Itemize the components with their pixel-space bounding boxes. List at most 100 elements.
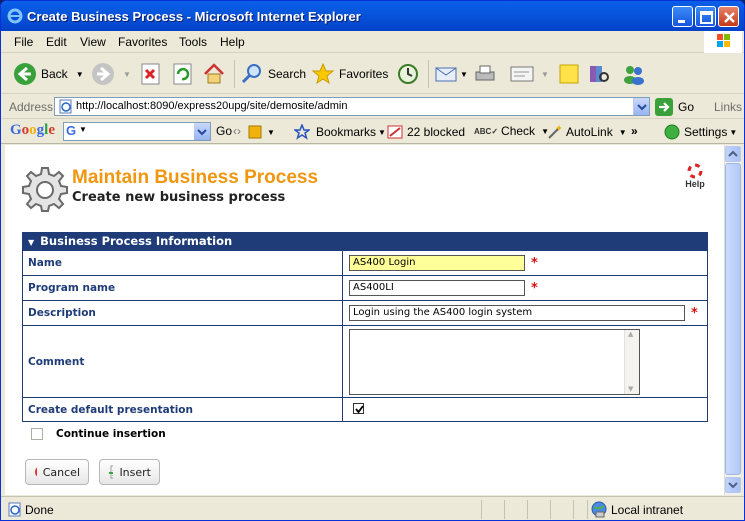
create-presentation-checkbox[interactable] bbox=[353, 402, 364, 414]
back-button[interactable]: Back ▼ bbox=[13, 60, 84, 88]
refresh-button[interactable] bbox=[172, 60, 194, 88]
mail-button[interactable]: ▼ bbox=[434, 60, 468, 88]
discuss-button[interactable] bbox=[557, 60, 581, 88]
refresh-icon bbox=[173, 63, 192, 85]
google-toolbar: Google G ▼ Go ‹› ▼ Bookmarks ▼ 22 blocke… bbox=[1, 120, 744, 144]
menu-view[interactable]: View bbox=[80, 35, 106, 49]
google-g-icon: G bbox=[66, 123, 77, 138]
comment-textarea[interactable]: ▲ ▼ bbox=[349, 328, 640, 395]
stop-icon bbox=[141, 63, 160, 85]
address-input[interactable]: http://localhost:8090/express20upg/site/… bbox=[54, 97, 650, 116]
print-button[interactable] bbox=[473, 60, 497, 88]
page-scrollbar[interactable] bbox=[724, 145, 741, 495]
program-name-cell: AS400LI * bbox=[342, 275, 708, 301]
cancel-button[interactable]: Cancel bbox=[25, 459, 89, 485]
gear-icon bbox=[22, 167, 68, 212]
page-subtitle: Create new business process bbox=[72, 190, 286, 205]
google-g-dropdown-icon[interactable]: ▼ bbox=[79, 125, 87, 134]
research-button[interactable] bbox=[587, 60, 611, 88]
puzzle-icon bbox=[248, 125, 262, 139]
bookmark-star-icon bbox=[294, 124, 310, 140]
minimize-button[interactable] bbox=[672, 6, 693, 27]
scroll-down-button[interactable] bbox=[725, 477, 741, 493]
popup-blocker-button[interactable]: 22 blocked bbox=[387, 124, 465, 140]
address-bar: Address http://localhost:8090/express20u… bbox=[1, 95, 744, 119]
status-divider bbox=[504, 500, 505, 519]
collapse-triangle-icon: ▼ bbox=[28, 238, 35, 247]
chevron-down-icon bbox=[728, 482, 738, 489]
required-marker: * bbox=[531, 280, 538, 296]
address-dropdown-button[interactable] bbox=[633, 98, 649, 115]
research-icon bbox=[590, 66, 609, 82]
go-button[interactable]: Go bbox=[655, 98, 694, 116]
address-label: Address bbox=[9, 100, 54, 114]
help-label: Help bbox=[685, 179, 705, 189]
status-divider bbox=[587, 500, 588, 519]
forward-dropdown-icon: ▼ bbox=[123, 69, 131, 79]
bookmarks-button[interactable]: Bookmarks ▼ bbox=[294, 124, 386, 140]
continue-insertion-row: Continue insertion bbox=[31, 428, 166, 440]
menu-help[interactable]: Help bbox=[220, 35, 245, 49]
continue-insertion-checkbox[interactable] bbox=[31, 428, 43, 440]
maximize-icon bbox=[700, 11, 713, 24]
scroll-up-icon[interactable]: ▲ bbox=[628, 330, 633, 338]
insert-button[interactable]: Insert bbox=[99, 459, 160, 485]
google-logo[interactable]: Google bbox=[10, 122, 55, 139]
business-process-form: Name AS400 Login * Program name AS400LI * … bbox=[22, 250, 708, 422]
chevron-down-icon bbox=[637, 104, 647, 111]
printer-icon bbox=[475, 65, 495, 81]
home-button[interactable] bbox=[202, 60, 226, 88]
google-options-button[interactable]: ▼ bbox=[247, 124, 275, 140]
minimize-icon bbox=[678, 20, 685, 23]
google-search-input[interactable]: G ▼ bbox=[63, 122, 211, 141]
menu-favorites[interactable]: Favorites bbox=[118, 35, 167, 49]
messenger-button[interactable] bbox=[621, 60, 647, 88]
standard-toolbar: Back ▼ ▼ Search Favorites ▼ ▼ bbox=[1, 54, 744, 94]
google-search-dropdown[interactable] bbox=[194, 123, 210, 140]
menu-edit[interactable]: Edit bbox=[46, 35, 67, 49]
history-icon bbox=[398, 64, 418, 84]
google-go-button[interactable]: Go bbox=[216, 124, 232, 138]
autolink-button[interactable]: AutoLink ▼ bbox=[547, 124, 627, 140]
insert-page-icon bbox=[109, 465, 114, 479]
page-done-icon bbox=[8, 502, 21, 517]
mail-icon bbox=[435, 67, 457, 82]
scroll-thumb[interactable] bbox=[725, 163, 741, 475]
description-cell: Login using the AS400 login system * bbox=[342, 300, 708, 326]
back-arrow-icon bbox=[14, 63, 36, 85]
program-name-input[interactable]: AS400LI bbox=[349, 280, 525, 296]
search-button[interactable]: Search bbox=[240, 60, 306, 88]
more-chevron-icon[interactable]: » bbox=[631, 124, 638, 138]
google-search-icon-button[interactable]: ‹› bbox=[233, 124, 241, 138]
links-toolbar[interactable]: Links bbox=[714, 100, 742, 114]
help-button[interactable]: Help bbox=[683, 163, 707, 189]
comment-scrollbar[interactable]: ▲ ▼ bbox=[624, 329, 639, 394]
scroll-up-button[interactable] bbox=[725, 146, 741, 162]
scroll-down-icon[interactable]: ▼ bbox=[628, 385, 633, 393]
description-input[interactable]: Login using the AS400 login system bbox=[349, 305, 685, 321]
google-settings-button[interactable]: Settings ▼ bbox=[664, 124, 737, 140]
maximize-button[interactable] bbox=[695, 6, 716, 27]
page-title: Maintain Business Process bbox=[72, 167, 319, 188]
edit-page-icon bbox=[510, 66, 534, 82]
go-arrow-icon bbox=[655, 98, 673, 116]
close-window-button[interactable] bbox=[718, 6, 739, 27]
menu-file[interactable]: File bbox=[14, 35, 33, 49]
back-dropdown-icon[interactable]: ▼ bbox=[76, 70, 84, 79]
required-marker: * bbox=[691, 305, 698, 321]
intranet-globe-icon bbox=[591, 501, 607, 518]
history-button[interactable] bbox=[396, 60, 420, 88]
comment-label: Comment bbox=[22, 325, 343, 398]
favorites-button[interactable]: Favorites bbox=[311, 60, 388, 88]
section-header[interactable]: ▼ Business Process Information bbox=[22, 232, 708, 250]
forward-button[interactable]: ▼ bbox=[91, 60, 131, 88]
forward-arrow-icon bbox=[92, 63, 114, 85]
spellcheck-button[interactable]: ABC✓ Check ▼ bbox=[474, 124, 549, 138]
stop-button[interactable] bbox=[140, 60, 162, 88]
mail-dropdown-icon[interactable]: ▼ bbox=[460, 70, 468, 79]
menu-tools[interactable]: Tools bbox=[179, 35, 207, 49]
name-input[interactable]: AS400 Login bbox=[349, 255, 525, 271]
status-text: Done bbox=[25, 503, 54, 517]
edit-button[interactable]: ▼ bbox=[509, 60, 549, 88]
ie-logo-icon bbox=[7, 8, 23, 24]
